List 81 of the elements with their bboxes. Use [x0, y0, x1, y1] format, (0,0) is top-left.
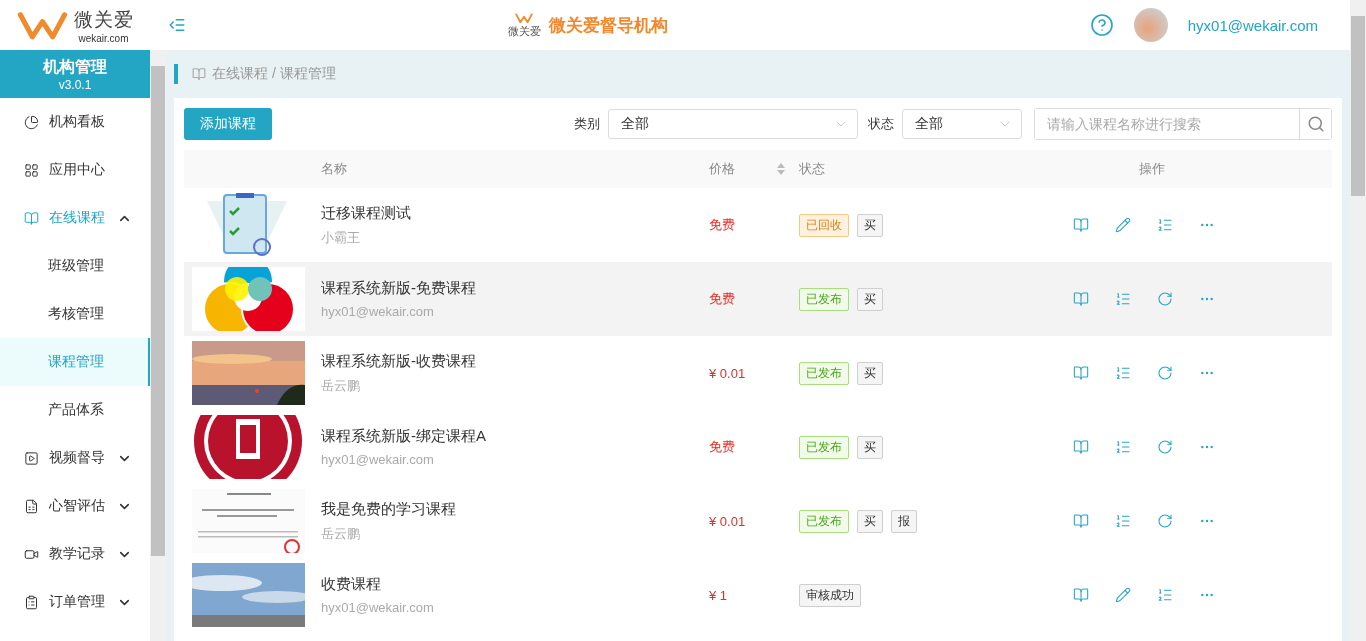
pie-chart-icon	[24, 114, 39, 130]
avatar[interactable]	[1133, 8, 1168, 42]
sidebar-title: 机构管理	[43, 56, 107, 77]
course-name[interactable]: 课程系统新版-收费课程	[321, 351, 709, 371]
course-author: hyx01@wekair.com	[321, 304, 435, 319]
status-tag: 已发布	[799, 435, 849, 459]
book-icon[interactable]	[1073, 291, 1089, 307]
type-tag: 买	[857, 287, 883, 311]
book-icon[interactable]	[1073, 513, 1089, 529]
clipboard-icon	[24, 594, 39, 610]
status-tag: 审核成功	[799, 583, 861, 607]
course-author: 岳云鹏	[321, 376, 361, 395]
course-name[interactable]: 我是免费的学习课程	[321, 499, 709, 519]
breadcrumb: 在线课程 / 课程管理	[212, 65, 336, 83]
course-author: hyx01@wekair.com	[321, 452, 435, 467]
play-icon	[24, 450, 39, 466]
book-icon[interactable]	[1073, 587, 1089, 603]
refresh-icon[interactable]	[1157, 365, 1173, 381]
list-icon[interactable]	[1157, 587, 1173, 603]
grid-icon	[24, 162, 39, 178]
course-name[interactable]: 课程系统新版-免费课程	[321, 279, 709, 298]
type-tag: 买	[857, 435, 883, 459]
form-icon	[24, 498, 39, 514]
price: 免费	[709, 216, 736, 234]
pencil-icon[interactable]	[1115, 217, 1131, 233]
course-author: 岳云鹏	[321, 524, 361, 543]
book-icon	[192, 67, 206, 81]
search-field[interactable]: 请输入课程名称进行搜索	[1034, 108, 1332, 140]
book-icon[interactable]	[1073, 217, 1089, 233]
filter-select[interactable]: 全部	[608, 109, 858, 139]
column-header: 操作	[1139, 160, 1165, 178]
status-tag: 已回收	[799, 213, 849, 237]
refresh-icon[interactable]	[1157, 439, 1173, 455]
refresh-icon[interactable]	[1157, 513, 1173, 529]
status-tag: 已发布	[799, 509, 849, 533]
price: 免费	[709, 438, 736, 456]
course-name[interactable]: 课程系统新版-绑定课程A	[321, 427, 709, 446]
help-icon[interactable]	[1089, 13, 1114, 37]
course-author: hyx01@wekair.com	[321, 600, 435, 615]
scrollbar[interactable]	[1350, 0, 1366, 641]
scrollbar[interactable]	[150, 50, 166, 641]
course-name[interactable]: 迁移课程测试	[321, 203, 709, 223]
list-icon[interactable]	[1115, 513, 1131, 529]
search-button[interactable]	[1299, 109, 1331, 139]
list-icon[interactable]	[1157, 217, 1173, 233]
list-icon[interactable]	[1115, 439, 1131, 455]
status-tag: 已发布	[799, 361, 849, 385]
column-header: 状态	[799, 160, 826, 178]
book-icon[interactable]	[1073, 439, 1089, 455]
logo-domain: wekair.com	[78, 32, 129, 44]
type-tag: 报	[891, 509, 917, 533]
type-tag: 买	[857, 361, 883, 385]
price: ¥ 1	[709, 587, 729, 603]
pencil-icon[interactable]	[1115, 587, 1131, 603]
sort-icon[interactable]	[777, 163, 785, 175]
search-icon	[1306, 115, 1325, 133]
table-row[interactable]: 课程系统新版-免费课程 hyx01@wekair.com 免费 已发布 买	[184, 262, 1332, 336]
filter-label: 类别	[574, 115, 600, 133]
refresh-icon[interactable]	[1157, 291, 1173, 307]
column-header: 名称	[321, 160, 348, 178]
filter-label: 状态	[868, 115, 894, 133]
org-name: 微关爱督导机构	[548, 14, 668, 37]
price: ¥ 0.01	[709, 513, 747, 529]
price: ¥ 0.01	[709, 365, 747, 381]
book-icon	[24, 210, 39, 226]
version-label: v3.0.1	[58, 77, 92, 92]
status-tag: 已发布	[799, 287, 849, 311]
type-tag: 买	[857, 509, 883, 533]
menu-collapse-icon[interactable]	[168, 16, 186, 34]
list-icon[interactable]	[1115, 291, 1131, 307]
book-icon[interactable]	[1073, 365, 1089, 381]
column-header: 价格	[709, 160, 735, 178]
type-tag: 买	[857, 213, 883, 237]
logo-title: 微关爱	[73, 7, 134, 32]
mini-logo-text: 微关爱	[507, 23, 541, 39]
course-name[interactable]: 收费课程	[321, 575, 709, 594]
logo-icon	[515, 11, 534, 24]
course-author: 小霸王	[321, 228, 361, 247]
list-icon[interactable]	[1115, 365, 1131, 381]
price: 免费	[709, 290, 736, 308]
filter-select[interactable]: 全部	[902, 109, 1022, 139]
